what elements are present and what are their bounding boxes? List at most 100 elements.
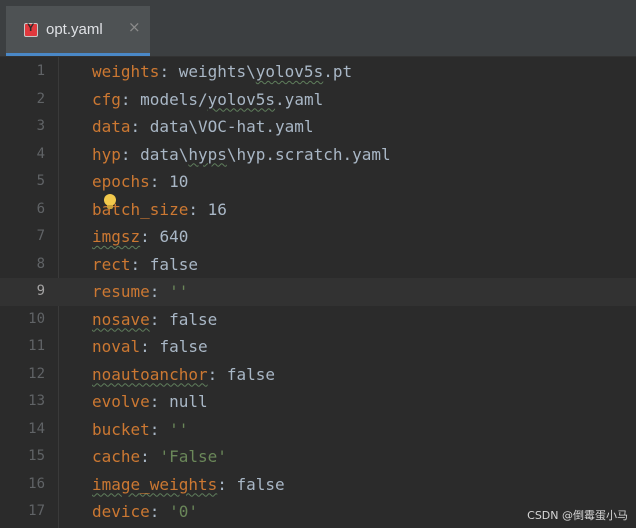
- line-number: 8: [36, 255, 45, 272]
- code-line[interactable]: 12 noautoanchor: false: [0, 361, 636, 389]
- code-text: resume: '': [92, 278, 188, 306]
- code-text: rect: false: [92, 251, 198, 279]
- code-line[interactable]: 2 cfg: models/yolov5s.yaml: [0, 86, 636, 114]
- yaml-separator: :: [149, 419, 170, 439]
- yaml-separator: :: [140, 447, 160, 466]
- yaml-separator: :: [140, 227, 160, 246]
- line-number: 3: [36, 118, 45, 134]
- yaml-value: 'False': [159, 447, 227, 466]
- code-line[interactable]: 13 evolve: null: [0, 388, 636, 416]
- code-text: cache: 'False': [92, 443, 227, 471]
- yaml-key: nosave: [92, 309, 150, 329]
- tab-opt-yaml[interactable]: opt.yaml ×: [6, 6, 150, 56]
- line-number: 15: [28, 448, 45, 464]
- yaml-separator: :: [149, 502, 170, 521]
- yaml-separator: :: [217, 474, 237, 494]
- watermark: CSDN @倒霉蛋小马: [527, 507, 628, 523]
- code-text: evolve: null: [92, 388, 208, 416]
- line-number: 10: [28, 310, 45, 327]
- yaml-key: image_weights: [92, 474, 218, 494]
- code-text: device: '0': [92, 498, 198, 526]
- line-number: 14: [28, 420, 45, 437]
- code-line[interactable]: 8 rect: false: [0, 251, 636, 279]
- line-number: 11: [28, 338, 45, 354]
- line-number: 5: [36, 173, 45, 189]
- yaml-separator: :: [149, 282, 170, 301]
- yaml-value: false: [236, 474, 285, 494]
- yaml-key: weights: [92, 62, 160, 81]
- code-line[interactable]: 3 data: data\VOC-hat.yaml: [0, 113, 636, 141]
- code-line[interactable]: 1 weights: weights\yolov5s.pt: [0, 58, 636, 86]
- yaml-value: null: [169, 392, 208, 411]
- code-text: noval: false: [92, 333, 208, 361]
- yaml-key: imgsz: [92, 227, 141, 246]
- yaml-file-icon: [24, 22, 38, 37]
- yaml-separator: :: [130, 117, 150, 136]
- yaml-separator: :: [140, 337, 160, 356]
- code-text: nosave: false: [92, 306, 217, 334]
- code-line[interactable]: 9 resume: '': [0, 278, 636, 306]
- code-line[interactable]: 14 bucket: '': [0, 416, 636, 444]
- yaml-value: '0': [169, 502, 198, 521]
- yaml-key: bucket: [92, 419, 150, 439]
- yaml-key: cache: [92, 447, 141, 466]
- yaml-key: cfg: [92, 89, 121, 109]
- yaml-value: false: [159, 337, 208, 356]
- yaml-key: noval: [92, 337, 141, 356]
- code-text: imgsz: 640: [92, 223, 188, 251]
- code-text: epochs: 10: [92, 168, 188, 196]
- yaml-separator: :: [149, 172, 170, 191]
- line-number: 13: [28, 393, 45, 409]
- code-text: data: data\VOC-hat.yaml: [92, 113, 314, 141]
- line-number: 2: [36, 90, 45, 107]
- code-text: weights: weights\yolov5s.pt: [92, 58, 352, 86]
- yaml-key: evolve: [92, 392, 150, 411]
- yaml-value: 640: [159, 227, 189, 246]
- editor-tab-bar: opt.yaml ×: [0, 0, 636, 57]
- code-line[interactable]: 10 nosave: false: [0, 306, 636, 334]
- code-line[interactable]: 11 noval: false: [0, 333, 636, 361]
- ide-window: opt.yaml × 1weights: weights\yolov5s.pt2…: [0, 0, 636, 528]
- close-icon[interactable]: ×: [128, 18, 141, 36]
- yaml-separator: :: [159, 62, 179, 81]
- yaml-separator: :: [120, 144, 141, 164]
- code-text: cfg: models/yolov5s.yaml: [92, 86, 323, 114]
- lightbulb-icon[interactable]: [104, 194, 116, 210]
- code-line[interactable]: 16 image_weights: false: [0, 471, 636, 499]
- yaml-value: false: [169, 309, 218, 329]
- yaml-value: 16: [207, 199, 227, 219]
- yaml-key: noautoanchor: [92, 364, 208, 384]
- line-number: 6: [36, 200, 45, 217]
- yaml-value: false: [226, 364, 276, 384]
- yaml-separator: :: [207, 364, 227, 384]
- line-number: 9: [36, 283, 45, 299]
- yaml-value: models/yolov5s.yaml: [140, 89, 324, 109]
- yaml-key: device: [92, 502, 150, 521]
- yaml-key: hyp: [92, 144, 121, 164]
- yaml-key: epochs: [92, 172, 150, 191]
- code-text: noautoanchor: false: [92, 361, 275, 389]
- yaml-value: false: [149, 254, 198, 274]
- yaml-value: '': [169, 282, 189, 301]
- line-number: 17: [28, 503, 45, 519]
- code-text: bucket: '': [92, 416, 188, 444]
- tab-label: opt.yaml: [46, 21, 103, 38]
- line-number: 16: [28, 475, 45, 492]
- code-line[interactable]: 4 hyp: data\hyps\hyp.scratch.yaml: [0, 141, 636, 169]
- code-line[interactable]: 7 imgsz: 640: [0, 223, 636, 251]
- yaml-value: '': [169, 419, 189, 439]
- code-editor[interactable]: 1 weights: weights\yolov5s.pt 2 cfg: models…: [0, 57, 636, 528]
- yaml-value: data\hyps\hyp.scratch.yaml: [140, 144, 391, 164]
- code-line[interactable]: 5 epochs: 10: [0, 168, 636, 196]
- yaml-value: 10: [169, 172, 189, 191]
- yaml-separator: :: [188, 199, 208, 219]
- yaml-value: data\VOC-hat.yaml: [149, 117, 314, 136]
- code-text: hyp: data\hyps\hyp.scratch.yaml: [92, 141, 391, 169]
- line-number: 4: [36, 145, 45, 162]
- code-line[interactable]: 6 batch_size: 16: [0, 196, 636, 224]
- line-number: 12: [28, 365, 45, 382]
- yaml-key: data: [92, 117, 131, 136]
- code-line[interactable]: 15 cache: 'False': [0, 443, 636, 471]
- yaml-separator: :: [149, 392, 170, 411]
- yaml-separator: :: [120, 89, 141, 109]
